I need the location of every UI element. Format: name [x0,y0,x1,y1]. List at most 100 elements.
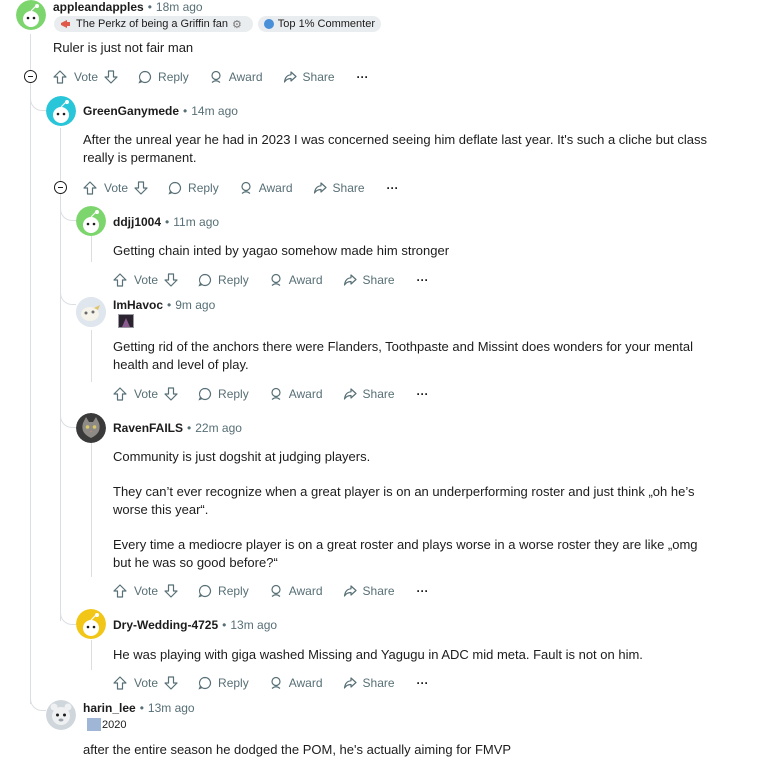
comment-time[interactable]: 13m ago [230,618,277,632]
comment-body: Community is just dogshit at judging pla… [113,449,698,570]
reply-button[interactable]: Reply [198,676,249,690]
thread-elbow [60,596,76,625]
upvote-icon [113,584,127,598]
avatar[interactable] [76,297,106,327]
megaphone-icon [60,19,72,29]
award-icon [269,676,283,690]
upvote-icon [113,676,127,690]
comment-body: Getting chain inted by yagao somehow mad… [113,243,450,258]
more-options-button[interactable]: ··· [387,181,399,195]
comment-author[interactable]: harin_lee [83,701,136,715]
reply-button[interactable]: Reply [198,387,249,401]
comment-author[interactable]: ddjj1004 [113,215,161,229]
thread-elbow [60,196,76,221]
comment-actions: Vote Reply Award Share ··· [83,178,399,198]
share-icon [343,584,357,598]
vote-label: Vote [134,387,159,401]
thread-line-child[interactable] [91,443,92,577]
more-options-button[interactable]: ··· [417,584,429,598]
thread-line-child[interactable] [91,330,92,382]
comment-bubble-icon [168,181,182,195]
thread-elbow [60,400,76,428]
share-button[interactable]: Share [343,273,395,287]
more-options-button[interactable]: ··· [417,676,429,690]
comment-bubble-icon [198,387,212,401]
award-button[interactable]: Award [269,584,323,598]
flair-icon [87,718,101,731]
share-button[interactable]: Share [283,70,335,84]
ellipsis-icon: ··· [416,676,429,690]
more-options-button[interactable]: ··· [357,70,369,84]
comment-bubble-icon [198,584,212,598]
comment-author[interactable]: GreenGanymede [83,104,179,118]
collapse-thread-button[interactable] [24,70,37,83]
avatar[interactable] [76,609,106,639]
award-button[interactable]: Award [209,70,263,84]
thread-elbow [30,93,46,111]
comment-actions: Vote Reply Award Share ··· [113,270,429,290]
comment-meta: ddjj1004 • 11m ago [113,215,220,229]
comment-body: Getting rid of the anchors there were Fl… [113,339,694,372]
award-icon [269,584,283,598]
thread-line-child[interactable] [91,640,92,670]
comment-actions: Vote Reply Award Share ··· [113,581,429,601]
avatar[interactable] [76,206,106,236]
thread-line-child[interactable] [91,236,92,262]
award-button[interactable]: Award [269,387,323,401]
award-button[interactable]: Award [239,181,293,195]
reply-button[interactable]: Reply [198,273,249,287]
upvote-button[interactable] [113,273,127,287]
achievement-badge[interactable]: Top 1% Commenter [258,16,381,32]
avatar[interactable] [16,0,46,30]
collapse-thread-button[interactable] [54,181,67,194]
upvote-button[interactable] [113,584,127,598]
share-button[interactable]: Share [343,584,395,598]
comment-author[interactable]: RavenFAILS [113,421,183,435]
comment-bubble-icon [198,676,212,690]
comment-author[interactable]: Dry-Wedding-4725 [113,618,218,632]
reply-button[interactable]: Reply [138,70,189,84]
downvote-button[interactable] [164,584,178,598]
vote-label: Vote [104,181,129,195]
avatar[interactable] [46,700,76,730]
share-icon [313,181,327,195]
downvote-button[interactable] [104,70,118,84]
upvote-icon [113,273,127,287]
downvote-button[interactable] [164,273,178,287]
comment-time[interactable]: 13m ago [148,701,195,715]
comment-meta: Dry-Wedding-4725 • 13m ago [113,618,278,632]
comment-author[interactable]: appleandapples [53,0,144,14]
comment-time[interactable]: 11m ago [173,215,219,229]
award-button[interactable]: Award [269,676,323,690]
thread-line-root[interactable] [30,34,31,704]
comment-time[interactable]: 9m ago [175,298,215,312]
upvote-button[interactable] [53,70,67,84]
comment-body: He was playing with giga washed Missing … [113,647,643,662]
comment-meta: harin_lee • 13m ago [83,701,195,715]
share-button[interactable]: Share [313,181,365,195]
avatar[interactable] [76,413,106,443]
upvote-button[interactable] [113,387,127,401]
more-options-button[interactable]: ··· [417,273,429,287]
comment-time[interactable]: 22m ago [195,421,242,435]
award-button[interactable]: Award [269,273,323,287]
avatar[interactable] [46,96,76,126]
reply-button[interactable]: Reply [198,584,249,598]
share-button[interactable]: Share [343,676,395,690]
upvote-button[interactable] [113,676,127,690]
comment-time[interactable]: 14m ago [191,104,238,118]
share-button[interactable]: Share [343,387,395,401]
comment-author[interactable]: ImHavoc [113,298,163,312]
upvote-button[interactable] [83,181,97,195]
ellipsis-icon: ··· [386,181,399,195]
downvote-button[interactable] [134,181,148,195]
downvote-button[interactable] [164,387,178,401]
comment-time[interactable]: 18m ago [156,0,203,14]
award-icon [239,181,253,195]
comment-body: After the unreal year he had in 2023 I w… [83,132,707,165]
more-options-button[interactable]: ··· [417,387,429,401]
reply-button[interactable]: Reply [168,181,219,195]
comment-actions: Vote Reply Award Share ··· [113,673,429,693]
comment-meta: GreenGanymede • 14m ago [83,104,238,118]
downvote-button[interactable] [164,676,178,690]
